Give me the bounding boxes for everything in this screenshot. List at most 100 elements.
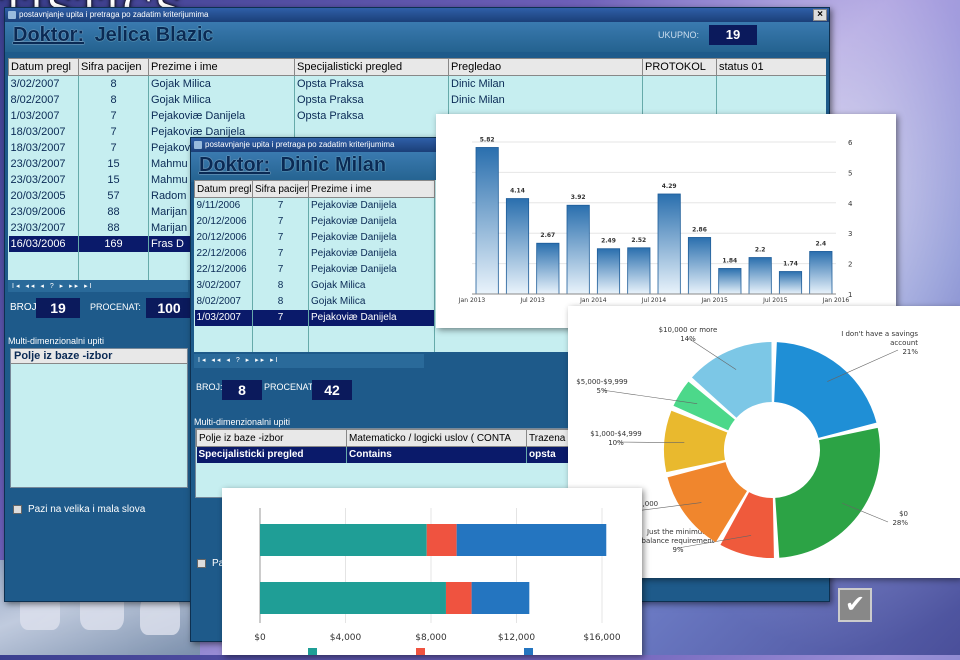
table-row[interactable]: 8/02/2007 8 Gojak Milica [194,293,435,310]
table-row[interactable]: 22/12/2006 7 Pejakoviæ Danijela [194,261,435,278]
table-cell: 9/11/2006 [194,197,253,214]
bar [475,147,499,295]
close-button[interactable]: × [813,9,827,21]
data-label: 1.84 [722,257,737,264]
table-cell: 7 [252,245,309,262]
data-label: 3.92 [571,194,586,201]
multi-query-panel[interactable]: Polje iz baze -izbor [10,348,188,488]
bar [809,251,833,295]
slice-label-line: account [890,339,918,347]
bar [596,248,621,295]
count-label: BROJ: [196,382,223,392]
table-cell: Pejakoviæ Danijela [148,107,295,124]
stacked-bar-segment [426,524,457,556]
x-tick-label: Jul 2013 [519,297,545,304]
stacked-bar-segment [260,524,427,556]
table-cell: 20/03/2005 [8,187,79,204]
data-label: 5.82 [480,136,495,143]
table-cell: 16/03/2006 [8,235,79,252]
table-cell: 88 [78,219,149,236]
table-cell [716,75,826,92]
multi-query-label: Multi-dimenzionalni upiti [194,417,291,427]
table-cell: Pejakoviæ Danijela [308,229,435,246]
column-header[interactable]: Specijalisticki pregled [294,58,449,76]
table-cell: 18/03/2007 [8,139,79,156]
table-cell [194,325,253,342]
x-tick-label: Jan 2015 [700,297,728,304]
column-header[interactable]: status 01 [716,58,826,76]
column-header[interactable]: Datum pregl [194,180,253,198]
percent-value: 42 [312,380,352,400]
case-label: Pazi na velika i mala slova [28,504,146,515]
slice-label-line: I don't have a savings [841,330,918,338]
column-header[interactable]: Sifra pacijen [252,180,309,198]
x-tick-label: $16,000 [583,633,620,643]
table-cell: 15 [78,155,149,172]
table-cell: Gojak Milica [308,277,435,294]
table-cell: Opsta Praksa [294,107,449,124]
table-cell: 7 [252,197,309,214]
legend-swatch [416,648,425,657]
bar [657,193,681,295]
table-cell: 7 [252,213,309,230]
window-title: postavnjanje upita i pretraga po zadatim… [205,140,395,149]
column-header[interactable]: Sifra pacijen [78,58,149,76]
table-row[interactable]: 22/12/2006 7 Pejakoviæ Danijela [194,245,435,262]
table-row[interactable]: 3/02/2007 8 Gojak Milica [194,277,435,294]
app-icon [194,141,202,149]
record-navigator[interactable]: I◂ ◂◂ ◂ ? ▸ ▸▸ ▸I [194,354,424,368]
confirm-check-button[interactable]: ✔ [838,588,872,622]
case-checkbox[interactable] [197,558,206,568]
table-cell: 7 [252,309,309,326]
column-header[interactable]: PROTOKOL [642,58,717,76]
column-header[interactable]: Prezime i ime [148,58,295,76]
query-column-header[interactable]: Matematicko / logicki uslov ( CONTA [346,429,527,447]
table-cell: Pejakoviæ Danijela [308,245,435,262]
table-row[interactable]: 20/12/2006 7 Pejakoviæ Danijela [194,229,435,246]
case-sensitive-option[interactable]: Pa [197,558,224,569]
case-sensitive-option[interactable]: Pazi na velika i mala slova [13,504,145,515]
y-tick-label: 6 [848,139,853,147]
bar-chart-card: 1 2 3 4 5 6 5.82 4.14 2.67 3.92 2.49 2.52 4.29 2.86 1.… [436,114,896,328]
table-row[interactable]: 3/02/2007 8 Gojak Milica Opsta Praksa Dinic … [8,75,826,92]
bar [566,204,590,295]
table-cell: Gojak Milica [148,91,295,108]
stacked-bar-segment [471,582,530,614]
table-cell [194,341,253,352]
legend-swatch [524,648,533,657]
slice-label-line: balance requirement [642,537,715,545]
field-header: Polje iz baze -izbor [11,349,187,364]
y-tick-label: 3 [848,230,852,238]
table-cell: 20/12/2006 [194,213,253,230]
slice-label-line: $5,000-$9,999 [576,378,628,386]
table-cell [642,91,717,108]
y-tick-label: 4 [848,200,853,208]
column-header[interactable]: Prezime i ime [308,180,435,198]
percent-value: 100 [146,298,192,318]
table-cell: Dinic Milan [448,75,643,92]
table-cell: 23/03/2007 [8,219,79,236]
table-row[interactable]: 9/11/2006 7 Pejakoviæ Danijela [194,197,435,214]
percent-label: PROCENAT: [264,382,315,392]
slice-label: $10,000 or more 14% [659,326,718,343]
query-cell[interactable]: Contains [346,446,527,463]
y-tick-label: 2 [848,261,852,269]
column-header[interactable]: Pregledao [448,58,643,76]
query-cell[interactable]: Specijalisticki pregled [196,446,347,463]
slice-label-line: 28% [892,519,908,527]
data-label: 4.14 [510,188,525,195]
column-header[interactable]: Datum pregl [8,58,79,76]
table-cell: 169 [78,235,149,252]
data-label: 2.4 [816,240,827,247]
table-cell: Dinic Milan [448,91,643,108]
table-row[interactable]: 1/03/2007 7 Pejakoviæ Danijela [194,309,435,326]
table-cell [8,251,79,268]
case-checkbox[interactable] [13,504,22,514]
empty-row [194,341,435,352]
table-row[interactable]: 20/12/2006 7 Pejakoviæ Danijela [194,213,435,230]
query-column-header[interactable]: Polje iz baze -izbor [196,429,347,447]
table-cell: 20/12/2006 [194,229,253,246]
table-cell: Gojak Milica [148,75,295,92]
multi-query-label: Multi-dimenzionalni upiti [8,336,105,346]
table-row[interactable]: 8/02/2007 8 Gojak Milica Opsta Praksa Dinic … [8,91,826,108]
